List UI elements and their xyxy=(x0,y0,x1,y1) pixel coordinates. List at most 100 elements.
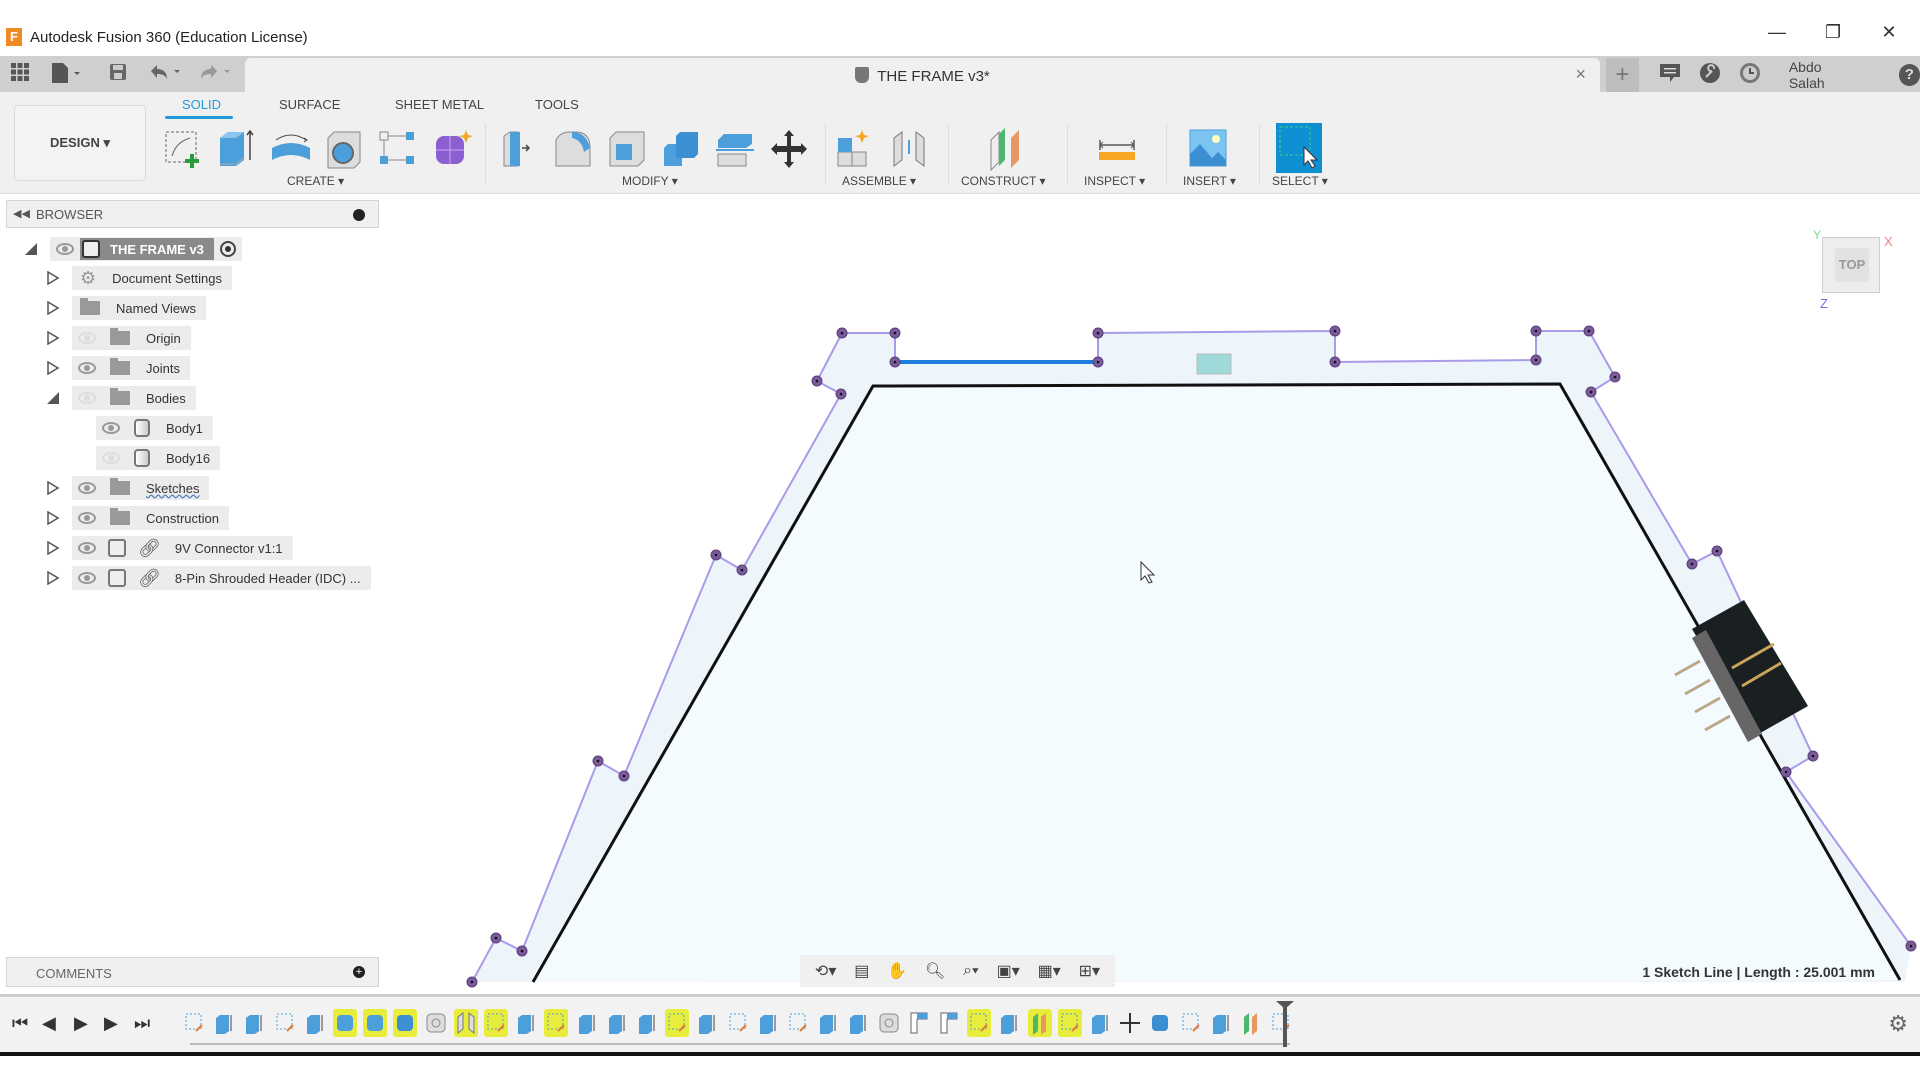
timeline-feature-component[interactable] xyxy=(907,1009,931,1037)
job-status-wrench-icon[interactable] xyxy=(1699,62,1721,89)
visibility-eye-icon[interactable] xyxy=(78,542,96,554)
tree-item[interactable]: Body1 xyxy=(96,415,213,441)
expand-triangle-icon[interactable] xyxy=(46,481,60,495)
rectangular-pattern-icon[interactable] xyxy=(376,126,422,172)
timeline-first-button[interactable]: ⏮ xyxy=(12,1013,28,1034)
tree-item[interactable]: 🔗︎ 8-Pin Shrouded Header (IDC) ... xyxy=(46,565,371,591)
visibility-eye-icon[interactable] xyxy=(102,422,120,434)
viewcube-top-face[interactable]: TOP xyxy=(1835,248,1869,282)
visibility-eye-icon[interactable] xyxy=(78,362,96,374)
timeline-feature-sketch[interactable] xyxy=(1057,1009,1082,1037)
tab-tools[interactable]: TOOLS xyxy=(535,97,579,112)
timeline-feature-extrude[interactable] xyxy=(695,1009,719,1037)
close-window-button[interactable]: ✕ xyxy=(1869,22,1909,43)
timeline-feature-joint-origin[interactable] xyxy=(424,1009,448,1037)
timeline-feature-extrude[interactable] xyxy=(514,1009,538,1037)
shell-icon[interactable] xyxy=(604,126,650,172)
redo-icon[interactable] xyxy=(198,62,238,87)
timeline-feature-move[interactable] xyxy=(1118,1009,1142,1037)
revolve-icon[interactable] xyxy=(268,126,314,172)
offset-face-icon[interactable] xyxy=(712,126,758,172)
zoom-icon[interactable]: 🔍︎ xyxy=(925,961,945,981)
timeline-feature-extrude[interactable] xyxy=(756,1009,780,1037)
select-icon[interactable] xyxy=(1276,123,1322,173)
timeline-feature-joint-origin[interactable] xyxy=(877,1009,901,1037)
offset-plane-icon[interactable] xyxy=(983,126,1029,172)
create-menu[interactable]: CREATE ▾ xyxy=(287,174,344,188)
timeline-marker-head[interactable] xyxy=(1276,1001,1294,1009)
timeline-feature-extrude[interactable] xyxy=(846,1009,870,1037)
clock-history-icon[interactable] xyxy=(1739,62,1761,89)
hidden-eye-icon[interactable] xyxy=(78,332,96,344)
timeline-next-button[interactable]: ▶ xyxy=(104,1013,118,1034)
timeline-play-button[interactable]: ▶ xyxy=(74,1013,88,1034)
timeline-feature-extrude[interactable] xyxy=(303,1009,327,1037)
timeline-feature-sketch[interactable] xyxy=(544,1009,569,1037)
assemble-menu[interactable]: ASSEMBLE ▾ xyxy=(842,174,916,188)
document-tab[interactable]: THE FRAME v3* × xyxy=(245,58,1600,92)
expand-triangle-icon[interactable] xyxy=(46,541,60,555)
extrude-icon[interactable] xyxy=(214,126,260,172)
timeline-feature-sketch[interactable] xyxy=(273,1009,297,1037)
fit-icon[interactable]: ⌕▾ xyxy=(963,962,979,980)
visibility-eye-icon[interactable] xyxy=(78,512,96,524)
tree-item[interactable]: 🔗︎ 9V Connector v1:1 xyxy=(46,535,293,561)
canvas-image-marker[interactable] xyxy=(1196,353,1232,375)
new-tab-button[interactable]: + xyxy=(1606,58,1639,92)
tab-surface[interactable]: SURFACE xyxy=(279,97,340,112)
timeline-feature-extrude[interactable] xyxy=(1088,1009,1112,1037)
tree-item[interactable]: Body16 xyxy=(96,445,221,471)
viewports-icon[interactable]: ⊞▾ xyxy=(1079,961,1100,981)
close-tab-button[interactable]: × xyxy=(1575,64,1586,85)
tab-solid[interactable]: SOLID xyxy=(182,97,221,112)
select-menu[interactable]: SELECT ▾ xyxy=(1272,174,1328,188)
tree-root-row[interactable]: THE FRAME v3 xyxy=(24,236,242,262)
combine-icon[interactable] xyxy=(658,126,704,172)
timeline-feature-pattern[interactable] xyxy=(363,1009,388,1037)
create-sketch-icon[interactable] xyxy=(160,126,206,172)
grid-icon[interactable]: ▦▾ xyxy=(1038,961,1061,981)
timeline-feature-sketch[interactable] xyxy=(786,1009,810,1037)
expand-triangle-icon[interactable] xyxy=(46,571,60,585)
restore-button[interactable]: ❐ xyxy=(1813,22,1853,43)
timeline-feature-fillet[interactable] xyxy=(333,1009,357,1037)
tree-item[interactable]: Joints xyxy=(46,355,190,381)
timeline-settings-gear-icon[interactable]: ⚙ xyxy=(1888,1011,1908,1037)
timeline-last-button[interactable]: ⏭ xyxy=(134,1013,150,1034)
timeline-feature-extrude[interactable] xyxy=(997,1009,1021,1037)
display-settings-icon[interactable]: ▣▾ xyxy=(997,961,1020,981)
tree-item[interactable]: Sketches xyxy=(46,475,210,501)
activate-radio-icon[interactable] xyxy=(219,241,236,257)
timeline-feature-extrude[interactable] xyxy=(212,1009,236,1037)
orbit-icon[interactable]: ⟲▾ xyxy=(815,961,836,981)
collapse-triangle-icon[interactable] xyxy=(46,391,60,405)
data-panel-grid-icon[interactable] xyxy=(10,62,30,87)
browser-minimize-icon[interactable] xyxy=(353,209,365,221)
modify-menu[interactable]: MODIFY ▾ xyxy=(622,174,678,188)
timeline-feature-extrude[interactable] xyxy=(816,1009,840,1037)
visibility-eye-icon[interactable] xyxy=(78,572,96,584)
hidden-eye-icon[interactable] xyxy=(102,452,120,464)
move-copy-icon[interactable] xyxy=(766,126,812,172)
timeline-feature-extrude[interactable] xyxy=(605,1009,629,1037)
visibility-eye-icon[interactable] xyxy=(56,243,74,255)
tree-item[interactable]: Origin xyxy=(46,325,191,351)
timeline-feature-combine[interactable] xyxy=(393,1009,418,1037)
insert-menu[interactable]: INSERT ▾ xyxy=(1183,174,1236,188)
timeline-feature-sketch[interactable] xyxy=(484,1009,508,1037)
new-component-icon[interactable] xyxy=(832,126,878,172)
expand-triangle-icon[interactable] xyxy=(46,511,60,525)
tree-item[interactable]: Bodies xyxy=(46,385,196,411)
expand-triangle-icon[interactable] xyxy=(46,331,60,345)
timeline-feature-sketch[interactable] xyxy=(1179,1009,1203,1037)
timeline-feature-extrude[interactable] xyxy=(575,1009,599,1037)
timeline-feature-sketch[interactable] xyxy=(967,1009,992,1037)
expand-triangle-icon[interactable] xyxy=(46,361,60,375)
viewcube[interactable]: TOP xyxy=(1822,237,1880,293)
help-icon[interactable]: ? xyxy=(1898,64,1920,86)
timeline-previous-button[interactable]: ◀ xyxy=(42,1013,56,1034)
tree-item[interactable]: Named Views xyxy=(46,295,206,321)
design-canvas[interactable] xyxy=(380,194,1920,992)
expand-triangle-icon[interactable] xyxy=(46,271,60,285)
workspace-switcher-button[interactable]: DESIGN ▾ xyxy=(14,105,146,181)
